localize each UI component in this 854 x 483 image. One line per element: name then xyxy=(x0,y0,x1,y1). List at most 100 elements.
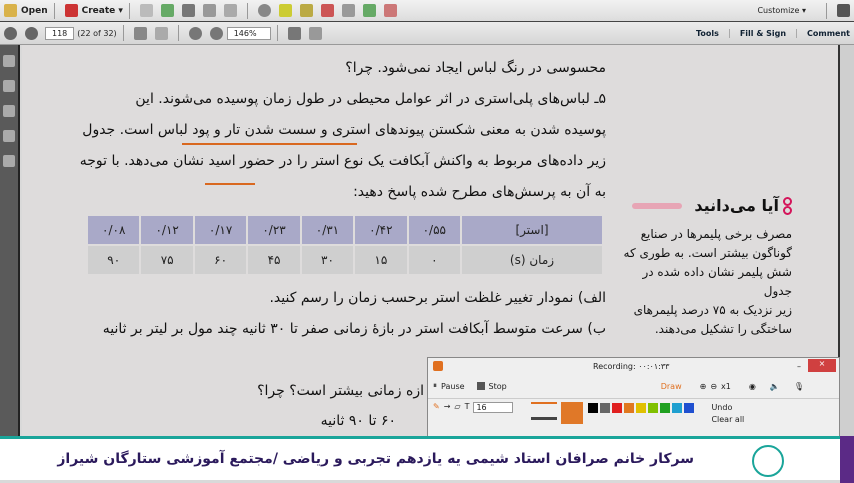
table-cell: ۰ xyxy=(408,246,460,274)
pen-icon[interactable]: ✎ xyxy=(433,402,440,411)
recorder-titlebar: Recording: ۰۰:۰۱:۳۳ – × xyxy=(428,358,839,374)
open-button[interactable]: Open xyxy=(21,6,48,16)
text-icon[interactable]: T xyxy=(465,402,470,411)
color-swatch[interactable] xyxy=(672,403,683,413)
speaker-icon[interactable]: 🔈 xyxy=(770,382,780,391)
page-number-input[interactable]: 118 xyxy=(45,26,75,40)
page-count: (22 of 32) xyxy=(77,28,117,38)
highlight-icon[interactable] xyxy=(299,4,313,17)
divider xyxy=(246,2,248,19)
table-cell: ۴۵ xyxy=(248,246,300,274)
minimize-button[interactable]: – xyxy=(797,362,801,371)
layers-icon[interactable] xyxy=(3,155,15,167)
folder-icon xyxy=(4,4,17,17)
color-palette xyxy=(587,402,697,416)
data-table: [استر] ۰/۵۵ ۰/۴۲ ۰/۳۱ ۰/۲۳ ۰/۱۷ ۰/۱۲ ۰/۰… xyxy=(86,214,604,276)
comment-icon[interactable] xyxy=(278,4,292,17)
fill-sign-tab[interactable]: Fill & Sign xyxy=(728,28,796,38)
color-swatch[interactable] xyxy=(636,403,647,413)
delete-page-icon[interactable] xyxy=(320,4,334,17)
pause-button[interactable]: Pause xyxy=(441,382,465,391)
sign-icon[interactable] xyxy=(383,4,397,17)
pages-icon[interactable] xyxy=(3,55,15,67)
table-cell: ۰/۲۳ xyxy=(248,216,300,244)
table-cell: [استر] xyxy=(462,216,602,244)
table-cell: ۰/۰۸ xyxy=(88,216,140,244)
gear-icon[interactable] xyxy=(257,4,271,17)
paragraph-line: به آن به پرسش‌های مطرح شده پاسخ دهید: xyxy=(353,184,606,200)
current-color[interactable] xyxy=(561,402,584,424)
export-icon[interactable] xyxy=(362,4,376,17)
hand-tool-icon[interactable] xyxy=(154,26,168,40)
clear-all-button[interactable]: Clear all xyxy=(711,415,744,424)
table-cell: ۷۵ xyxy=(141,246,193,274)
comment-tab[interactable]: Comment xyxy=(796,28,854,38)
arrow-icon[interactable]: → xyxy=(444,402,451,411)
recorder-logo-icon xyxy=(433,361,443,371)
table-cell: ۰/۱۲ xyxy=(141,216,193,244)
annotation-underline xyxy=(205,183,255,185)
cloud-upload-icon[interactable] xyxy=(160,4,174,17)
fullscreen-icon[interactable] xyxy=(837,4,850,17)
zoom-out-icon[interactable]: ⊖ xyxy=(710,382,717,391)
table-cell: ۰/۴۲ xyxy=(355,216,407,244)
bookmarks-icon[interactable] xyxy=(3,80,15,92)
color-swatch[interactable] xyxy=(612,403,623,413)
decorative-bar xyxy=(632,202,683,209)
next-page-icon[interactable] xyxy=(25,26,38,40)
annotation-underline xyxy=(182,143,357,145)
zoom-level: x1 xyxy=(721,381,731,391)
table-cell: ۱۵ xyxy=(355,246,407,274)
color-swatch[interactable] xyxy=(624,403,635,413)
color-swatch[interactable] xyxy=(600,403,611,413)
color-swatch[interactable] xyxy=(684,403,695,413)
bullet-icon xyxy=(783,196,792,215)
scrollbar[interactable] xyxy=(838,45,854,436)
undo-button[interactable]: Undo xyxy=(711,403,732,412)
table-cell: ۰/۳۱ xyxy=(301,216,354,244)
draw-button[interactable]: Draw xyxy=(661,382,682,391)
table-cell: ۰/۱۷ xyxy=(194,216,247,244)
table-cell: ۹۰ xyxy=(88,246,140,274)
sidebox-heading: آیا می‌دانید xyxy=(622,196,792,215)
save-icon[interactable] xyxy=(139,4,153,17)
signatures-icon[interactable] xyxy=(3,105,15,117)
previous-page-icon[interactable] xyxy=(4,26,17,40)
select-cursor-icon[interactable] xyxy=(133,26,147,40)
zoom-in-icon[interactable]: ⊕ xyxy=(700,382,707,391)
font-size-select[interactable]: 16 xyxy=(473,402,514,413)
stop-button[interactable]: Stop xyxy=(489,382,507,391)
color-swatch[interactable] xyxy=(660,403,671,413)
color-swatch[interactable] xyxy=(588,403,599,413)
pause-icon[interactable]: ⏸ xyxy=(433,381,437,391)
fit-page-icon[interactable] xyxy=(287,26,301,40)
edit-icon[interactable] xyxy=(202,4,216,17)
microphone-icon[interactable]: 🎙 xyxy=(794,382,804,391)
table-cell: ۰/۵۵ xyxy=(408,216,460,244)
attachments-icon[interactable] xyxy=(3,130,15,142)
create-button[interactable]: Create ▾ xyxy=(82,6,123,16)
did-you-know-box: آیا می‌دانید مصرف برخی پلیمرها در صنایع … xyxy=(622,196,792,339)
zoom-in-icon[interactable] xyxy=(209,26,223,40)
fit-width-icon[interactable] xyxy=(308,26,322,40)
stop-icon[interactable] xyxy=(476,382,485,390)
table-cell: زمان (s) xyxy=(462,246,602,274)
tools-tab[interactable]: Tools xyxy=(686,29,729,38)
email-icon[interactable] xyxy=(223,4,237,17)
line-width-select[interactable] xyxy=(531,402,558,420)
question-a: الف) نمودار تغییر غلظت استر برحسب زمان ر… xyxy=(269,290,606,306)
eraser-icon[interactable]: ▱ xyxy=(454,402,460,411)
banner-accent xyxy=(840,436,854,483)
close-button[interactable]: × xyxy=(808,359,836,372)
zoom-out-icon[interactable] xyxy=(188,26,202,40)
color-swatch[interactable] xyxy=(648,403,659,413)
footer-banner: سرکار خانم صرافان استاد شیمی یه یازدهم ت… xyxy=(0,436,854,483)
sidebox-title: آیا می‌دانید xyxy=(694,196,779,215)
print-icon[interactable] xyxy=(181,4,195,17)
paragraph-line: زیر داده‌های مربوط به واکنش آبکافت یک نو… xyxy=(79,153,606,169)
webcam-icon[interactable]: ◉ xyxy=(749,382,756,391)
customize-button[interactable]: Customize ▾ xyxy=(757,6,806,15)
page-icon[interactable] xyxy=(341,4,355,17)
divider xyxy=(53,2,55,19)
zoom-select[interactable]: 146% xyxy=(226,26,271,40)
